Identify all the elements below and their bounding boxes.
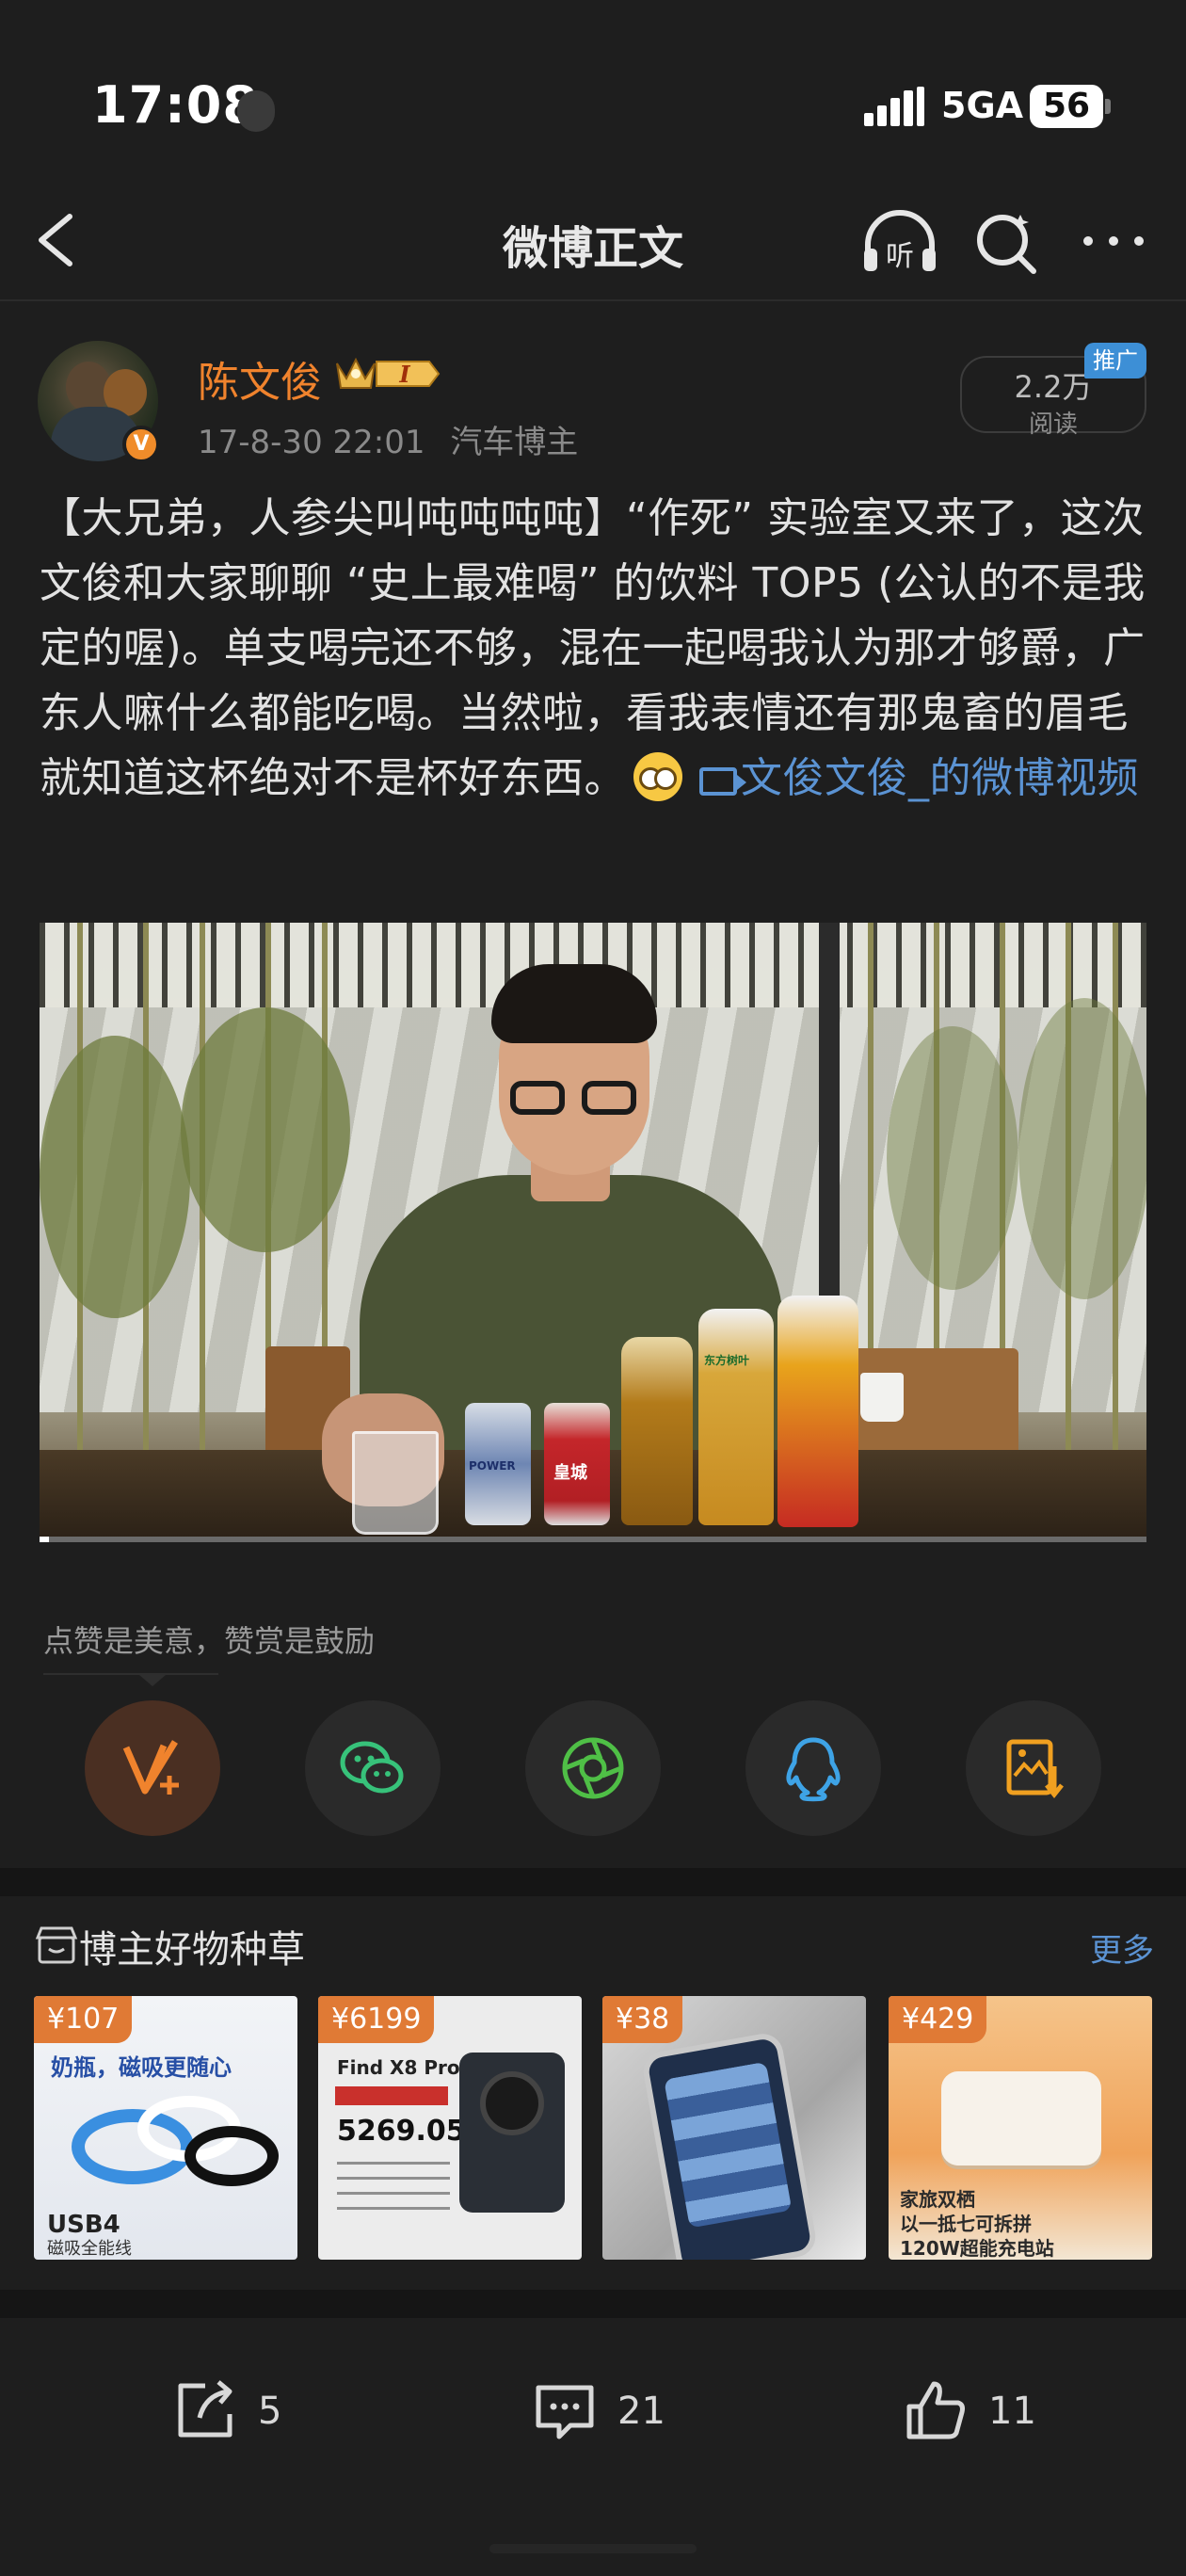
section-divider [0, 2290, 1186, 2318]
reward-tip: 点赞是美意，赞赏是鼓励 [43, 1623, 376, 1659]
listen-button[interactable]: 听 [858, 207, 941, 275]
like-count: 11 [988, 2390, 1036, 2433]
product-subname: 磁吸全能线 [47, 2239, 132, 2259]
can-1-label: POWER [469, 1459, 516, 1473]
v-plus-button[interactable] [85, 1700, 220, 1836]
comment-button[interactable]: 21 [527, 2373, 697, 2448]
product-card[interactable]: 奶瓶，磁吸更随心 USB4 磁吸全能线 ¥107 [34, 1996, 297, 2260]
post-body: 【大兄弟，人参尖叫吨吨吨吨】“作死” 实验室又来了，这次文俊和大家聊聊 “史上最… [40, 486, 1148, 811]
battery-level: 56 [1030, 85, 1103, 128]
bottle-1 [621, 1337, 693, 1525]
read-label: 阅读 [1028, 411, 1078, 439]
video-link-icon[interactable] [699, 767, 746, 796]
crown-icon: I [336, 357, 441, 389]
products-title: 博主好物种草 [79, 1928, 305, 1972]
can-2-label: 皇城 [553, 1463, 587, 1483]
like-button[interactable]: 11 [898, 2373, 1058, 2448]
post-date: 17-8-30 22:01 [198, 424, 425, 461]
post-source: 汽车博主 [450, 424, 579, 461]
product-price: ¥429 [889, 1996, 987, 2043]
save-image-icon [1006, 1739, 1064, 1799]
video-progress-fill [40, 1537, 49, 1542]
more-button[interactable] [1079, 217, 1148, 266]
product-name: Find X8 Pro [337, 2056, 460, 2079]
bottle-2-label: 东方树叶 [704, 1354, 750, 1367]
glasses [510, 1081, 640, 1119]
product-slogan: 家旅双栖 [900, 2188, 975, 2211]
post-meta: 17-8-30 22:01 汽车博主 [198, 416, 578, 462]
charging-station-image [941, 2071, 1101, 2165]
nav-divider [0, 299, 1186, 301]
product-card[interactable]: Find X8 Pro 5269.05 ¥6199 [318, 1996, 582, 2260]
level-text: I [398, 361, 410, 388]
section-divider [0, 1868, 1186, 1896]
product-subline: 以一抵七可拆拼 [900, 2213, 1032, 2235]
video-player[interactable]: POWER 皇城 东方树叶 [40, 923, 1146, 1542]
home-indicator [489, 2544, 697, 2553]
drink-can-1: POWER [465, 1403, 531, 1525]
save-image-button[interactable] [966, 1700, 1101, 1836]
thumbs-up-icon [906, 2381, 965, 2439]
product-subline-2: 120W超能充电站 [900, 2237, 1054, 2260]
member-level-badge[interactable]: I [331, 350, 442, 397]
product-price: ¥107 [34, 1996, 133, 2043]
shop-icon [34, 1924, 79, 1966]
author-name[interactable]: 陈文俊 [198, 348, 322, 409]
product-card[interactable]: 家旅双栖 以一抵七可拆拼 120W超能充电站 ¥429 [889, 1996, 1152, 2260]
reward-divider [43, 1673, 218, 1675]
headphone-icon: 听 [864, 210, 936, 273]
bottom-action-bar: 5 21 11 [0, 2318, 1186, 2576]
status-indicator-blur [237, 90, 275, 132]
moments-share-button[interactable] [525, 1700, 661, 1836]
signal-icon [864, 87, 924, 126]
status-time: 17:08 [92, 75, 259, 135]
glass [352, 1431, 439, 1535]
product-card[interactable]: ¥38 [602, 1996, 866, 2260]
listen-label: 听 [886, 240, 914, 273]
status-bar: 17:08 5GA 56 [0, 0, 1186, 188]
emoji-icon [633, 752, 682, 801]
qq-share-button[interactable] [745, 1700, 881, 1836]
bottle-3 [777, 1296, 858, 1527]
video-progress-bar[interactable] [40, 1537, 1146, 1542]
v-plus-icon [122, 1740, 179, 1795]
search-button[interactable] [971, 207, 1041, 277]
wechat-icon [340, 1741, 404, 1794]
repost-count: 5 [258, 2390, 282, 2433]
more-icon [1083, 236, 1144, 246]
product-slogan: 奶瓶，磁吸更随心 [51, 2054, 232, 2081]
products-more-link[interactable]: 更多 [1090, 1924, 1154, 1971]
comment-count: 21 [617, 2390, 665, 2433]
bottle-2: 东方树叶 [698, 1309, 774, 1525]
product-price: ¥6199 [318, 1996, 435, 2043]
phone-image [640, 2030, 819, 2260]
reward-caret [139, 1675, 166, 1686]
product-price: ¥38 [602, 1996, 683, 2043]
repost-icon [178, 2380, 232, 2438]
product-promo-price: 5269.05 [337, 2115, 466, 2148]
cup [860, 1373, 904, 1422]
battery-icon [1105, 99, 1111, 114]
promo-tag: 推广 [1084, 343, 1146, 378]
network-type: 5GA [941, 85, 1024, 126]
moments-icon [562, 1737, 624, 1799]
nav-bar: 微博正文 听 [0, 188, 1186, 301]
search-icon [977, 215, 1036, 274]
wechat-share-button[interactable] [305, 1700, 441, 1836]
repost-button[interactable]: 5 [168, 2373, 318, 2448]
drink-can-2: 皇城 [544, 1403, 610, 1525]
comment-icon [536, 2385, 594, 2439]
qq-icon [786, 1737, 841, 1802]
video-link[interactable]: 文俊文俊_的微博视频 [741, 754, 1139, 802]
verified-badge: V [122, 426, 160, 463]
